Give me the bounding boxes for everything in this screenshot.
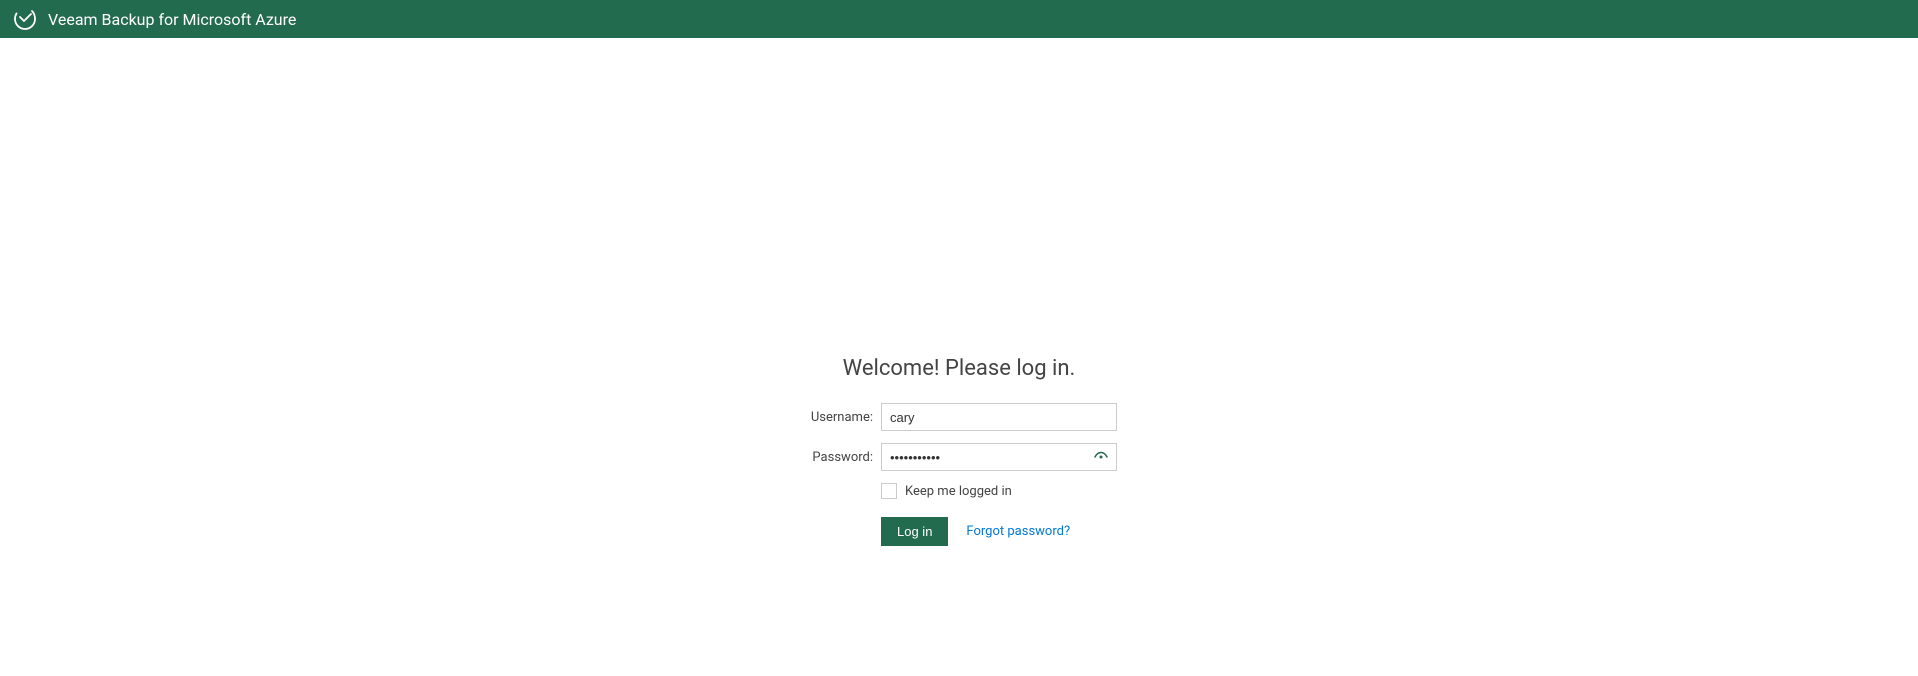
username-row: Username:: [801, 403, 1117, 431]
password-row: Password:: [801, 443, 1117, 471]
password-label: Password:: [801, 450, 873, 465]
keep-logged-in-row: Keep me logged in: [881, 483, 1117, 499]
keep-logged-in-label[interactable]: Keep me logged in: [905, 484, 1012, 499]
show-password-icon[interactable]: [1093, 449, 1109, 465]
keep-logged-in-checkbox[interactable]: [881, 483, 897, 499]
welcome-heading: Welcome! Please log in.: [843, 356, 1076, 381]
password-input[interactable]: [881, 443, 1117, 471]
username-input[interactable]: [881, 403, 1117, 431]
button-row: Log in Forgot password?: [881, 517, 1117, 546]
login-button[interactable]: Log in: [881, 517, 948, 546]
forgot-password-link[interactable]: Forgot password?: [966, 524, 1070, 539]
login-form: Welcome! Please log in. Username: Passwo…: [0, 356, 1918, 546]
app-header: Veeam Backup for Microsoft Azure: [0, 0, 1918, 38]
username-input-wrapper: [881, 403, 1117, 431]
veeam-logo-icon: [12, 6, 38, 32]
app-title: Veeam Backup for Microsoft Azure: [48, 10, 296, 29]
username-label: Username:: [801, 410, 873, 425]
password-input-wrapper: [881, 443, 1117, 471]
